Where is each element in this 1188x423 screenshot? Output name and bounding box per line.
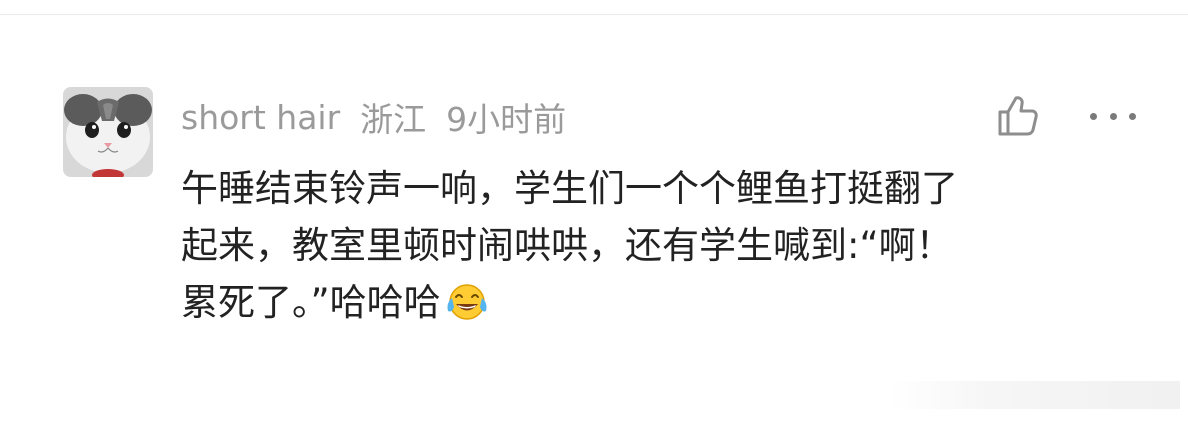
more-dots-icon xyxy=(1129,112,1136,120)
location: 浙江 xyxy=(360,100,427,139)
cat-avatar-image xyxy=(63,87,153,177)
username[interactable]: short hair xyxy=(181,98,340,137)
comment-text-line: 午睡结束铃声一响，学生们一个个鲤鱼打挺翻了 xyxy=(181,167,958,210)
thumbs-up-icon xyxy=(998,96,1038,136)
comment-text-line: 起来，教室里顿时闹哄哄，还有学生喊到:“啊！ xyxy=(181,224,953,267)
comment-text-line-last: 累死了。”哈哈哈 xyxy=(181,274,1141,337)
more-dots-icon xyxy=(1090,112,1097,120)
more-dots-icon xyxy=(1109,112,1117,120)
like-button[interactable] xyxy=(994,92,1042,140)
comment-item: short hair 浙江 9小时前 午睡结束铃声一响，学生们一个个鲤鱼打挺翻了… xyxy=(0,0,1188,423)
comment-text: 午睡结束铃声一响，学生们一个个鲤鱼打挺翻了 起来，教室里顿时闹哄哄，还有学生喊到… xyxy=(181,160,1141,337)
avatar[interactable] xyxy=(63,87,153,177)
laughing-crying-emoji-icon xyxy=(444,280,490,337)
more-options-button[interactable] xyxy=(1090,100,1136,132)
timestamp: 9小时前 xyxy=(446,100,567,139)
comment-meta: short hair 浙江 9小时前 xyxy=(181,93,586,141)
comment-text-line: 累死了。”哈哈哈 xyxy=(181,281,441,324)
scrollbar-shadow xyxy=(890,381,1180,409)
